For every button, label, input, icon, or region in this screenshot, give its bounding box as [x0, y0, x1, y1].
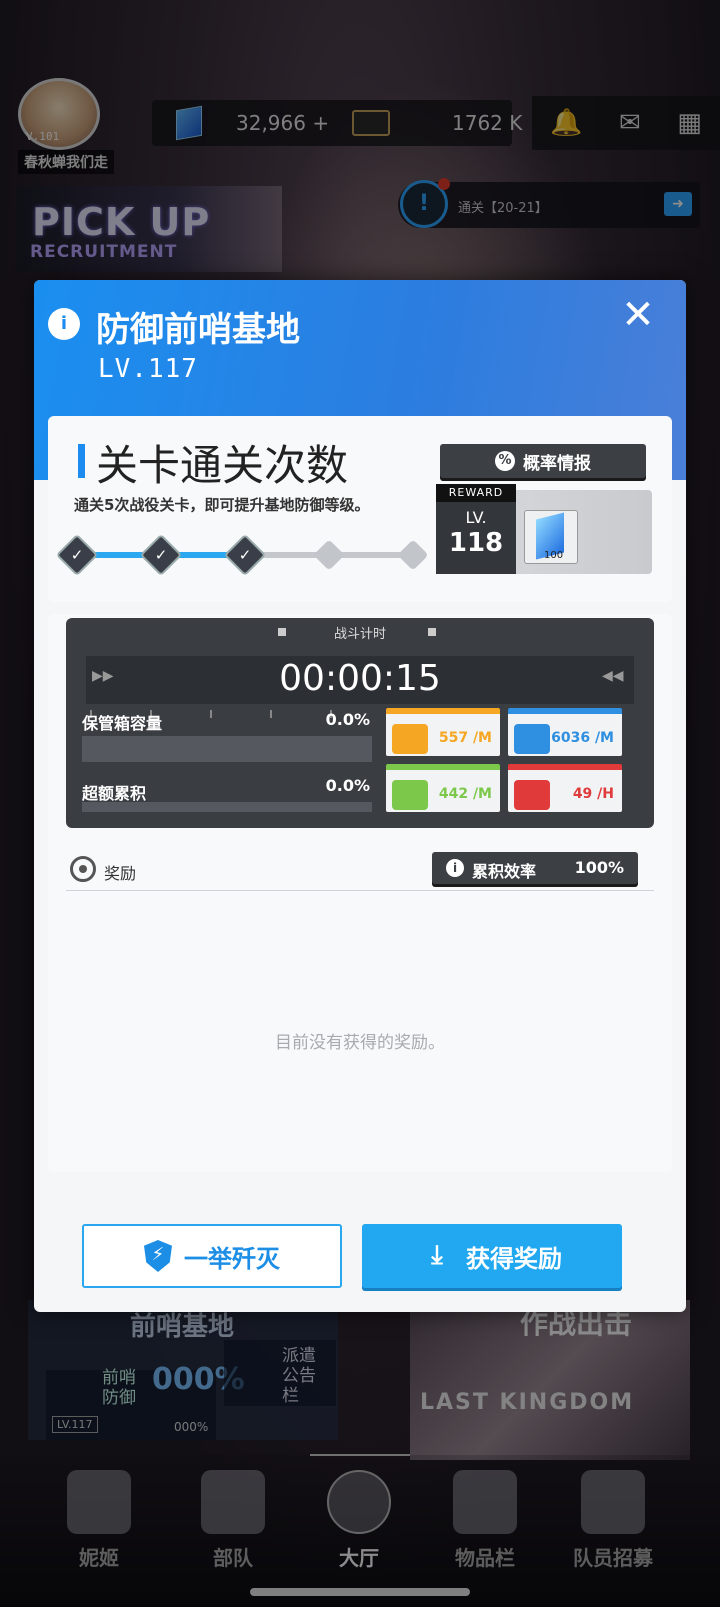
reward-label: 奖励	[104, 864, 137, 883]
resource-tile-battle-data: 6036 /M	[508, 708, 622, 756]
overflow-label: 超额累积	[82, 784, 147, 803]
modal-title: 防御前哨基地	[96, 310, 300, 350]
download-icon: ⤓	[431, 1240, 443, 1270]
overflow-percent: 0.0%	[325, 776, 370, 795]
timer-value: 00:00:15	[279, 658, 441, 699]
divider	[66, 890, 654, 891]
credit-icon	[392, 724, 428, 754]
claim-reward-button[interactable]: ⤓ 获得奖励	[362, 1224, 622, 1288]
percent-icon: %	[495, 451, 515, 471]
resource-tile-credit: 557 /M	[386, 708, 500, 756]
annihilate-button[interactable]: ⚡ 一举歼灭	[82, 1224, 342, 1288]
resource-tile-exp-chip: 49 /H	[508, 764, 622, 812]
reward-level-label: LV.	[465, 508, 487, 527]
info-icon: i	[446, 859, 464, 877]
annihilate-label: 一举歼灭	[184, 1244, 280, 1273]
empty-rewards-text: 目前没有获得的奖励。	[275, 1033, 445, 1053]
section-description: 通关5次战役关卡，即可提升基地防御等级。	[74, 496, 370, 514]
core-dust-icon	[392, 780, 428, 810]
section-accent	[78, 444, 85, 478]
modal-level: LV.117	[98, 354, 198, 384]
reward-level-value: 118	[448, 528, 504, 558]
resource-rate: 442 /M	[438, 786, 492, 802]
overflow-bar	[82, 802, 372, 812]
exp-chip-icon	[514, 780, 550, 810]
outpost-modal: i 防御前哨基地 LV.117 ✕ 关卡通关次数 % 概率情报 通关5次战役关卡…	[34, 280, 686, 1312]
claim-label: 获得奖励	[466, 1244, 562, 1273]
reward-tag: REWARD	[436, 484, 516, 502]
reward-quantity: 100	[544, 550, 564, 561]
section-title: 关卡通关次数	[96, 441, 349, 490]
resource-rate: 557 /M	[438, 730, 492, 746]
shield-icon: ⚡	[144, 1240, 172, 1272]
efficiency-value: 100%	[574, 858, 624, 877]
probability-info-button[interactable]: % 概率情报	[440, 444, 646, 478]
battle-data-icon	[514, 724, 550, 754]
stash-bar	[82, 736, 372, 762]
timer-label: 战斗计时	[333, 627, 386, 642]
stash-percent: 0.0%	[325, 710, 370, 729]
resource-rate: 49 /H	[572, 786, 614, 802]
efficiency-label: 累积效率	[472, 862, 537, 881]
timer-marker	[278, 628, 286, 636]
probability-label: 概率情报	[523, 453, 591, 474]
reward-icon	[70, 856, 96, 882]
close-button[interactable]: ✕	[618, 295, 658, 336]
resource-rate: 6036 /M	[551, 730, 614, 746]
stash-label: 保管箱容量	[82, 714, 163, 733]
efficiency-badge[interactable]: i 累积效率 100%	[432, 852, 638, 884]
timer-marker	[428, 628, 436, 636]
info-icon[interactable]: i	[48, 308, 80, 340]
resource-tile-core-dust: 442 /M	[386, 764, 500, 812]
